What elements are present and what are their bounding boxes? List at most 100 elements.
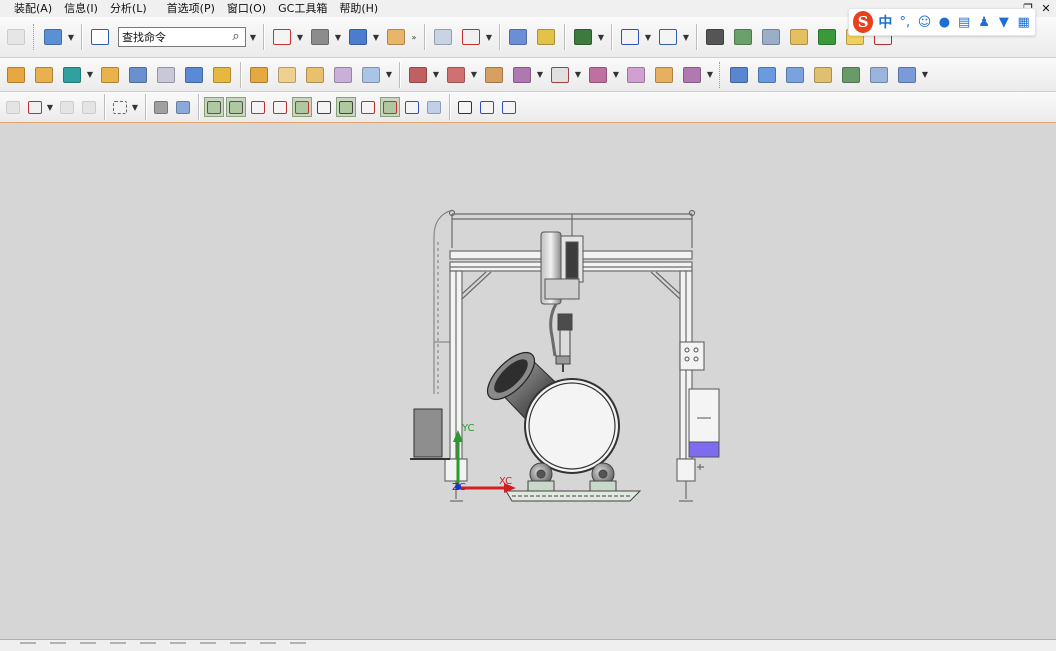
through-mesh-icon[interactable] — [755, 63, 779, 87]
snap-endpoint-icon[interactable] — [204, 97, 224, 117]
snap-intersection-icon[interactable] — [314, 97, 334, 117]
swept-surface-icon[interactable] — [783, 63, 807, 87]
reference-set-icon[interactable] — [731, 25, 755, 49]
chevron-down-icon[interactable]: ▼ — [921, 70, 929, 79]
snap-line-icon[interactable] — [248, 97, 268, 117]
check-geometry-icon[interactable] — [815, 25, 839, 49]
menu-preferences[interactable]: 首选项(P) — [161, 0, 221, 17]
datum-csys-icon[interactable] — [618, 25, 642, 49]
block-icon[interactable] — [98, 63, 122, 87]
chevron-double-icon[interactable]: » — [410, 33, 418, 42]
hidden-toolbar-icon[interactable] — [260, 641, 276, 650]
hidden-toolbar-icon[interactable] — [50, 641, 66, 650]
snap-on-curve-icon[interactable] — [402, 97, 422, 117]
menu-analysis[interactable]: 分析(L) — [104, 0, 153, 17]
chevron-down-icon[interactable]: ▼ — [432, 70, 440, 79]
snap-midpoint-icon[interactable] — [226, 97, 246, 117]
microphone-icon[interactable]: ● — [937, 15, 952, 30]
hidden-toolbar-icon[interactable] — [200, 641, 216, 650]
chevron-down-icon[interactable]: ▼ — [86, 70, 94, 79]
synchronous-move-face-icon[interactable] — [406, 63, 430, 87]
snap-quadrant-icon[interactable] — [358, 97, 378, 117]
layer-settings-icon[interactable] — [431, 25, 455, 49]
snap-arc-center-icon[interactable] — [336, 97, 356, 117]
main-pipe[interactable] — [524, 378, 620, 474]
menu-help[interactable]: 帮助(H) — [333, 0, 384, 17]
snap-on-face-icon[interactable] — [424, 97, 444, 117]
extrude-icon[interactable] — [32, 63, 56, 87]
replace-face-icon[interactable] — [444, 63, 468, 87]
select-face-icon[interactable] — [173, 97, 193, 117]
measure-icon[interactable] — [534, 25, 558, 49]
left-foot[interactable] — [444, 458, 468, 502]
electrical-cabinet[interactable] — [688, 388, 720, 458]
render-style-icon[interactable] — [308, 25, 332, 49]
view-triad-icon[interactable] — [477, 97, 497, 117]
draft-icon[interactable] — [303, 63, 327, 87]
filter-disabled-2-icon[interactable] — [79, 97, 99, 117]
snap-existing-point-icon[interactable] — [380, 97, 400, 117]
trim-sheet-icon[interactable] — [867, 63, 891, 87]
pattern-feature-icon[interactable] — [4, 63, 28, 87]
trim-body-icon[interactable] — [331, 63, 355, 87]
chevron-down-icon[interactable]: ▼ — [296, 33, 304, 42]
unite-icon[interactable] — [60, 63, 84, 87]
through-curves-icon[interactable] — [727, 63, 751, 87]
keyboard-icon[interactable]: ▤ — [957, 15, 972, 30]
chevron-down-icon[interactable]: ▼ — [470, 70, 478, 79]
chevron-down-icon[interactable]: ▼ — [46, 103, 54, 112]
select-body-icon[interactable] — [151, 97, 171, 117]
toolbox-grid-icon[interactable]: ▦ — [1016, 15, 1031, 30]
redo-icon[interactable] — [4, 25, 28, 49]
smiley-icon[interactable]: ☺ — [917, 15, 932, 30]
hidden-toolbar-icon[interactable] — [290, 641, 306, 650]
sogou-logo-icon[interactable]: S — [853, 11, 874, 33]
filter-disabled-icon[interactable] — [57, 97, 77, 117]
wcs-orient-icon[interactable] — [41, 25, 65, 49]
menu-assembly[interactable]: 装配(A) — [0, 0, 58, 17]
graphics-viewport[interactable]: YC XC ZC — [0, 124, 1056, 639]
chevron-down-icon[interactable]: ▼ — [612, 70, 620, 79]
undo-selection-icon[interactable] — [3, 97, 23, 117]
grid-icon[interactable] — [455, 97, 475, 117]
chevron-down-icon[interactable]: ▼ — [67, 33, 75, 42]
move-object-icon[interactable] — [459, 25, 483, 49]
hidden-toolbar-icon[interactable] — [230, 641, 246, 650]
view-triad-2-icon[interactable] — [499, 97, 519, 117]
snap-point-icon[interactable] — [25, 97, 45, 117]
welding-power-source[interactable] — [410, 408, 450, 460]
ime-punctuation-mode[interactable]: °, — [897, 15, 912, 30]
magnifier-icon[interactable]: ⌕ — [227, 28, 245, 46]
wave-link-icon[interactable] — [787, 25, 811, 49]
shell-icon[interactable] — [182, 63, 206, 87]
chevron-down-icon[interactable]: ▼ — [536, 70, 544, 79]
close-button[interactable]: ✕ — [1040, 2, 1052, 15]
access-ladder[interactable] — [433, 209, 453, 394]
n-sided-surface-icon[interactable] — [811, 63, 835, 87]
copy-face-icon[interactable] — [624, 63, 648, 87]
offset-face-icon[interactable] — [154, 63, 178, 87]
right-foot[interactable] — [676, 458, 704, 502]
mirror-face-icon[interactable] — [652, 63, 676, 87]
user-icon[interactable]: ♟ — [977, 15, 992, 30]
chevron-down-icon[interactable]: ▼ — [385, 70, 393, 79]
snap-control-point-icon[interactable] — [292, 97, 312, 117]
extend-sheet-icon[interactable] — [895, 63, 919, 87]
layer-stack-icon[interactable] — [759, 25, 783, 49]
measure-distance-icon[interactable] — [656, 25, 680, 49]
skin-shirt-icon[interactable]: ▼ — [996, 15, 1011, 30]
hidden-toolbar-icon[interactable] — [80, 641, 96, 650]
offset-region-icon[interactable] — [548, 63, 572, 87]
snap-view-icon[interactable] — [571, 25, 595, 49]
shaded-cube-icon[interactable] — [346, 25, 370, 49]
fit-view-icon[interactable] — [270, 25, 294, 49]
delete-face-icon[interactable] — [482, 63, 506, 87]
section-view-icon[interactable] — [384, 25, 408, 49]
hidden-toolbar-icon[interactable] — [20, 641, 36, 650]
rectangle-select-icon[interactable] — [110, 97, 130, 117]
edge-blend-icon[interactable] — [247, 63, 271, 87]
chevron-down-icon[interactable]: ▼ — [485, 33, 493, 42]
operator-pendant[interactable] — [679, 341, 705, 371]
chevron-down-icon[interactable]: ▼ — [131, 103, 139, 112]
pattern-face-icon[interactable] — [586, 63, 610, 87]
